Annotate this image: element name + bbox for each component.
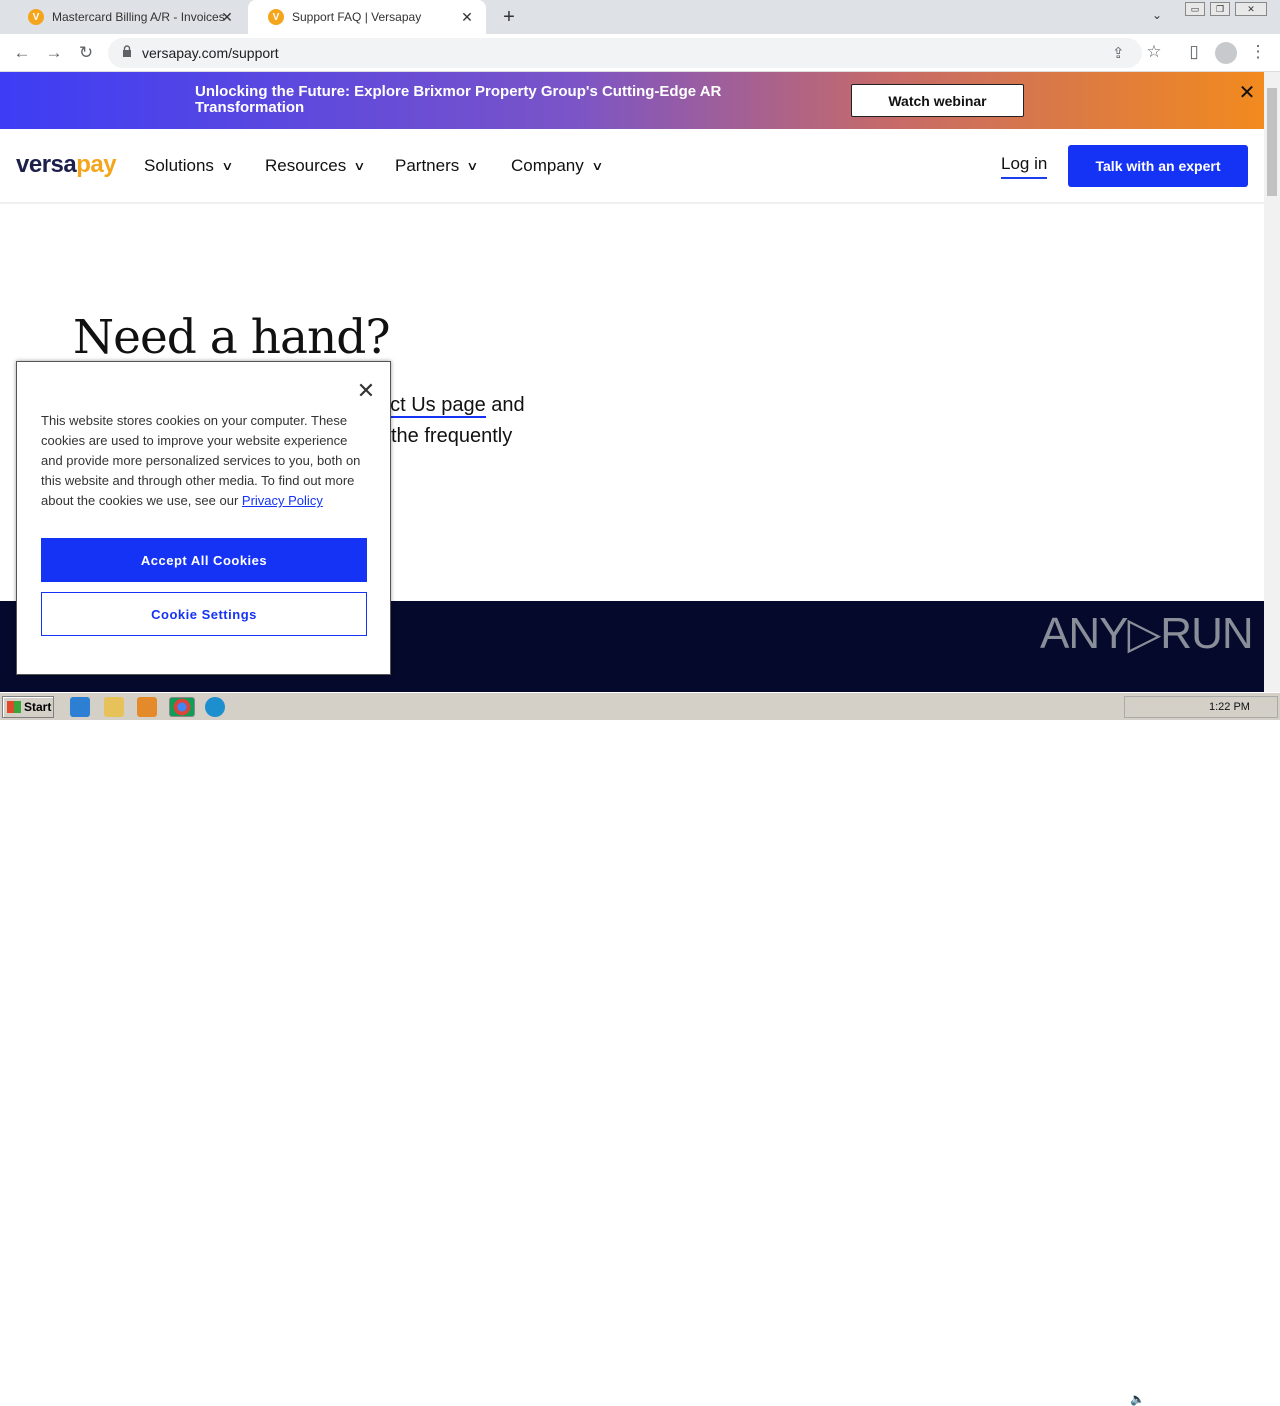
chevron-down-icon: ∨ [591,159,604,173]
url-text: versapay.com/support [142,45,279,61]
minimize-window-icon[interactable]: ▭ [1185,2,1205,16]
nav-item-company[interactable]: Company ∨ [511,156,604,176]
reload-icon[interactable]: ↻ [76,43,96,63]
hero-text-line: the frequently [391,425,513,447]
profile-avatar-icon[interactable] [1215,42,1237,64]
contact-us-link[interactable]: act Us page [379,394,486,418]
side-panel-icon[interactable]: ▯ [1184,42,1204,62]
banner-close-icon[interactable]: ✕ [1238,80,1256,105]
site-navigation: versapay Solutions ∨ Resources ∨ Partners ∨… [0,129,1264,204]
browser-menu-icon[interactable]: ⋮ [1248,42,1268,62]
versapay-logo[interactable]: versapay [16,151,117,179]
logo-text: versa [16,151,77,178]
back-arrow-icon[interactable]: ← [12,43,32,63]
nav-item-label: Resources [265,156,347,175]
versapay-favicon-icon: V [28,9,44,25]
chevron-down-icon: ∨ [353,159,366,173]
hero-text-line: act Us page and [379,394,525,418]
tab-title: Mastercard Billing A/R - Invoices [52,10,225,24]
tab-support-faq[interactable]: V Support FAQ | Versapay ✕ [248,0,486,34]
close-tab-icon[interactable]: ✕ [458,8,476,26]
url-omnibox[interactable]: versapay.com/support ⇪ [108,38,1142,68]
nav-item-resources[interactable]: Resources ∨ [265,156,366,176]
nav-item-label: Partners [395,156,460,175]
tab-title: Support FAQ | Versapay [292,10,422,24]
close-tab-icon[interactable]: ✕ [218,8,236,26]
new-tab-plus-icon[interactable]: + [499,6,519,28]
os-taskbar: Start 🔈 1:22 PM [0,692,1280,1406]
system-clock: 1:22 PM [1209,701,1250,713]
hero-text-tail: and [485,394,525,416]
cookie-notice-text: This website stores cookies on your comp… [41,411,371,511]
cookie-settings-button[interactable]: Cookie Settings [41,592,367,636]
start-button[interactable]: Start [2,696,54,718]
watch-webinar-button[interactable]: Watch webinar [851,84,1024,117]
versapay-favicon-icon: V [268,9,284,25]
nav-item-label: Company [511,156,584,175]
address-bar-row: ← → ↻ versapay.com/support ⇪ ☆ ▯ ⋮ [0,34,1280,72]
share-icon[interactable]: ⇪ [1112,44,1125,62]
chevron-down-icon: ∨ [221,159,234,173]
volume-icon[interactable]: 🔈 [1130,1392,1145,1406]
nav-item-label: Solutions [144,156,214,175]
page-scrollbar[interactable] [1264,72,1280,692]
nav-item-partners[interactable]: Partners ∨ [395,156,479,176]
file-explorer-icon[interactable] [104,697,124,717]
internet-explorer-icon[interactable] [70,697,90,717]
browser-tab-bar: V Mastercard Billing A/R - Invoices ✕ V … [0,0,1280,34]
forward-arrow-icon[interactable]: → [44,43,64,63]
cookie-close-icon[interactable]: ✕ [355,378,377,404]
chrome-icon[interactable] [169,697,195,717]
edge-icon[interactable] [205,697,225,717]
promo-banner: Unlocking the Future: Explore Brixmor Pr… [0,72,1264,129]
logo-accent-text: pay [76,151,117,178]
web-page: Unlocking the Future: Explore Brixmor Pr… [0,72,1264,692]
tab-search-chevron-icon[interactable]: ⌄ [1152,8,1162,22]
banner-text: Unlocking the Future: Explore Brixmor Pr… [195,83,722,116]
system-tray [1124,696,1278,718]
start-label: Start [24,700,52,714]
close-window-icon[interactable]: ✕ [1235,2,1267,16]
tab-mastercard-billing[interactable]: V Mastercard Billing A/R - Invoices ✕ [8,0,246,34]
windows-logo-icon [7,701,21,713]
privacy-policy-link[interactable]: Privacy Policy [242,493,323,508]
page-title: Need a hand? [73,310,391,365]
accept-all-cookies-button[interactable]: Accept All Cookies [41,538,367,582]
restore-window-icon[interactable]: ❐ [1210,2,1230,16]
cookie-consent-dialog: ✕ This website stores cookies on your co… [16,361,391,675]
nav-item-solutions[interactable]: Solutions ∨ [144,156,234,176]
media-player-icon[interactable] [137,697,157,717]
anyrun-watermark: ANY▷RUN [1040,609,1254,658]
lock-icon [123,45,131,57]
bookmark-star-icon[interactable]: ☆ [1144,42,1164,62]
talk-with-expert-button[interactable]: Talk with an expert [1068,145,1248,187]
chevron-down-icon: ∨ [466,159,479,173]
login-link[interactable]: Log in [1001,154,1048,179]
scrollbar-thumb[interactable] [1267,88,1277,196]
